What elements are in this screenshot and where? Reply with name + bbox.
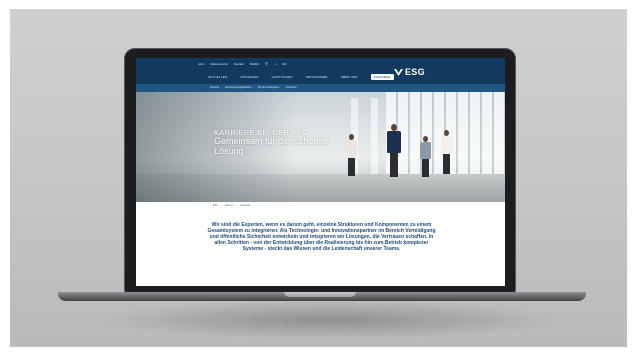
utility-link-en[interactable]: EN <box>283 62 287 66</box>
intro-paragraph: Wir sind die Experten, wenn es darum geh… <box>207 222 436 252</box>
hero-subtitle: Gemeinsam für die sicherste Lösung <box>214 136 329 156</box>
logo-text: ESG <box>405 67 425 77</box>
utility-link-contact[interactable]: Kontakt <box>234 62 244 66</box>
utility-link-jobs[interactable]: Jobs <box>198 62 204 66</box>
laptop-screen: Jobs Medienportal Kontakt DE/EN ⚲ x EN A… <box>136 58 505 286</box>
chevron-right-icon: › <box>236 204 238 207</box>
laptop-shadow <box>95 300 565 340</box>
breadcrumb-item[interactable]: Karriere <box>225 204 234 207</box>
breadcrumb-item: Überblick <box>240 204 251 207</box>
main-nav: AKTUELLES LÖSUNGEN LEISTUNGEN PROGRAMME … <box>208 74 394 80</box>
sub-nav-jobsuche[interactable]: Jobsuche <box>286 86 297 89</box>
utility-link-media[interactable]: Medienportal <box>210 62 227 66</box>
sub-nav: Karriere Einstiegsmöglichkeiten Wir als … <box>136 84 505 92</box>
sub-nav-einstieg[interactable]: Einstiegsmöglichkeiten <box>225 86 251 89</box>
chevron-right-icon: › <box>221 204 222 207</box>
esg-logo[interactable]: ESG <box>394 67 425 77</box>
nav-item-leistungen[interactable]: LEISTUNGEN <box>272 75 293 79</box>
breadcrumb-item[interactable]: ESG <box>213 204 218 207</box>
utility-nav: Jobs Medienportal Kontakt DE/EN ⚲ x EN <box>198 62 287 67</box>
logo-mark-icon <box>394 68 403 76</box>
utility-link-language[interactable]: DE/EN <box>250 62 259 66</box>
nav-item-ueber-uns[interactable]: ÜBER UNS <box>341 75 358 79</box>
breadcrumb: ESG › Karriere › Überblick <box>213 204 250 207</box>
utility-link-close[interactable]: x <box>275 62 277 66</box>
hero-pillar <box>371 98 378 176</box>
sub-nav-karriere[interactable]: Karriere <box>210 86 219 89</box>
nav-item-karriere[interactable]: KARRIERE <box>370 74 394 80</box>
laptop-hinge-notch <box>284 292 356 297</box>
nav-item-aktuelles[interactable]: AKTUELLES <box>208 75 227 79</box>
search-icon[interactable]: ⚲ <box>265 62 269 66</box>
nav-item-programme[interactable]: PROGRAMME <box>306 75 328 79</box>
sub-nav-arbeitgeber[interactable]: Wir als Arbeitgeber <box>258 86 280 89</box>
hero-banner: KARRIERE BEI DER ESG Gemeinsam für die s… <box>136 92 505 202</box>
nav-item-loesungen[interactable]: LÖSUNGEN <box>240 75 258 79</box>
site-header: Jobs Medienportal Kontakt DE/EN ⚲ x EN A… <box>136 58 505 84</box>
